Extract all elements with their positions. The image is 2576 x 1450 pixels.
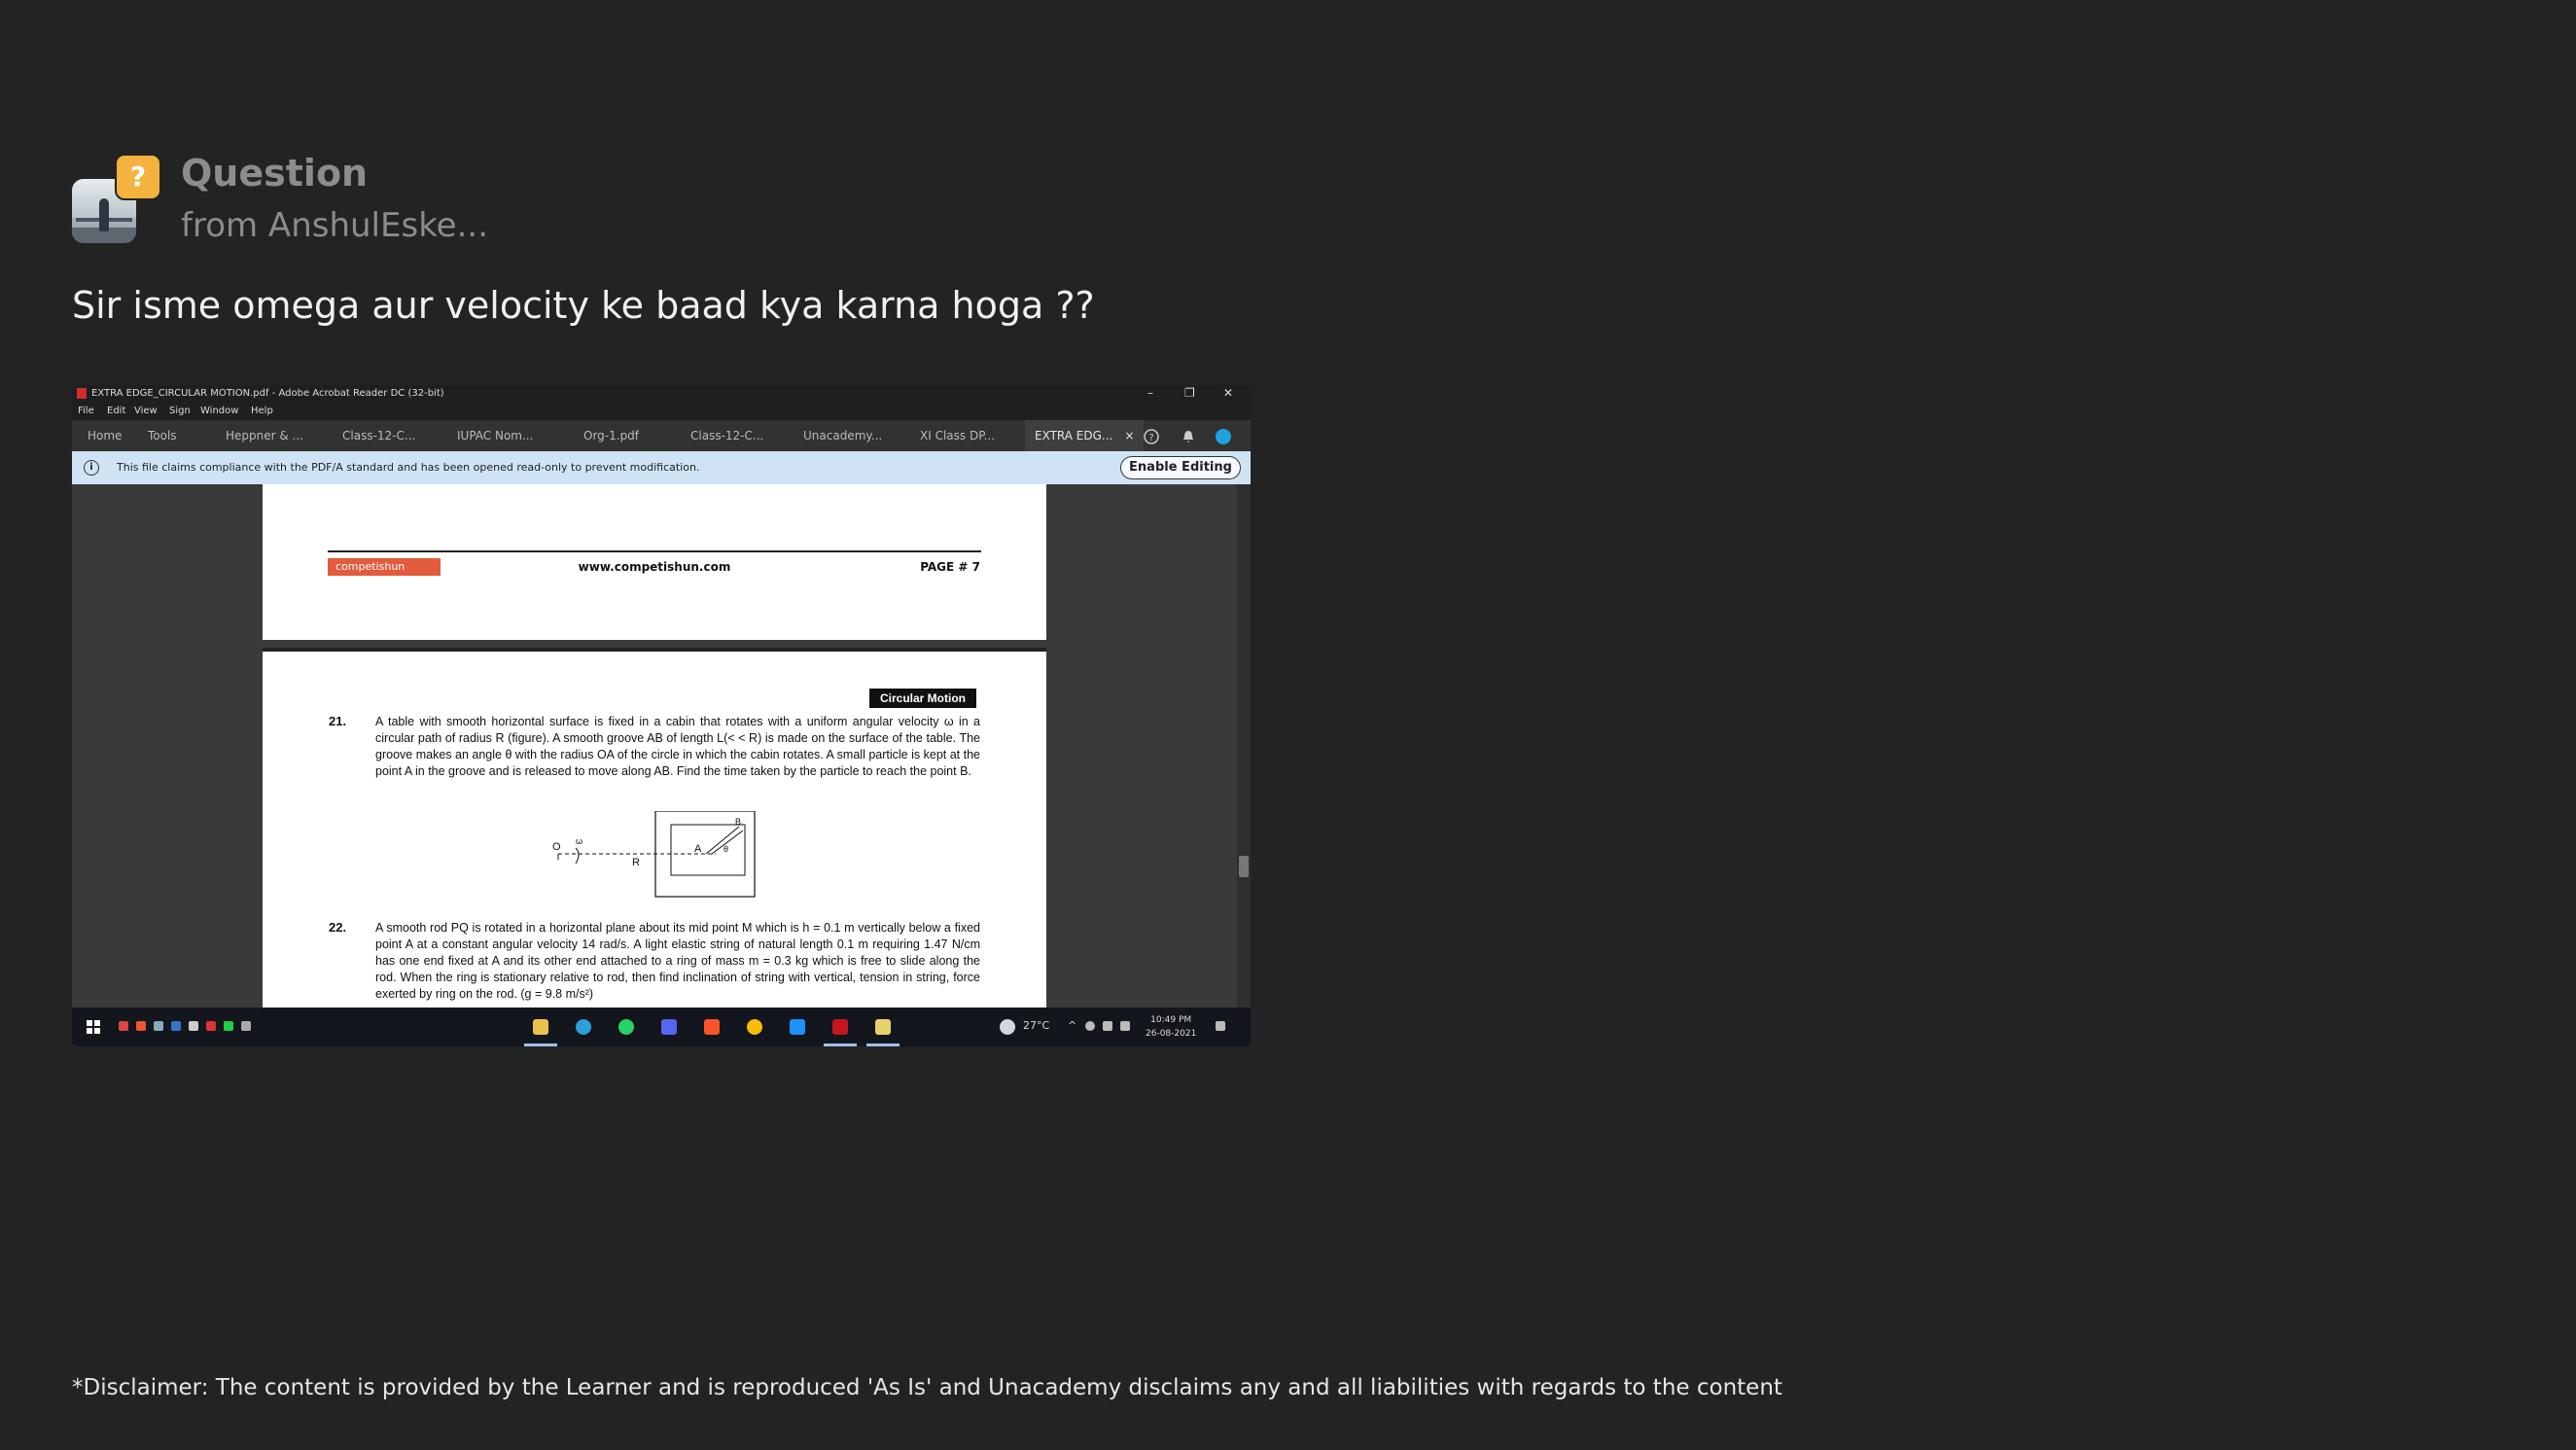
tab-tools[interactable]: Tools bbox=[148, 429, 177, 442]
menu-file[interactable]: File bbox=[78, 406, 94, 416]
tab-close-icon[interactable]: × bbox=[1124, 429, 1134, 442]
acrobat-taskbar-icon[interactable] bbox=[832, 1019, 848, 1035]
taskbar-clock[interactable]: 10:49 PM 26-08-2021 bbox=[1146, 1013, 1196, 1041]
volume-icon[interactable] bbox=[1120, 1021, 1130, 1031]
app-icon-8[interactable] bbox=[241, 1021, 251, 1031]
fig-label-r: R bbox=[632, 857, 640, 868]
menu-bar: File Edit View Sign Window Help bbox=[72, 403, 1251, 420]
fig-label-o: O bbox=[552, 841, 561, 853]
app-icon-3[interactable] bbox=[154, 1021, 163, 1031]
chrome-icon[interactable] bbox=[747, 1019, 762, 1035]
tab-doc-5[interactable]: Class-12-C... bbox=[690, 429, 763, 442]
header-subtitle: from AnshulEske... bbox=[181, 206, 489, 245]
tab-active-doc[interactable]: EXTRA EDG... × bbox=[1025, 420, 1145, 451]
tab-doc-1[interactable]: Heppner & ... bbox=[226, 429, 303, 442]
telegram-icon[interactable] bbox=[576, 1019, 591, 1035]
header-title: Question bbox=[181, 152, 369, 195]
tab-doc-6[interactable]: Unacademy... bbox=[803, 429, 882, 442]
app-icon-5[interactable] bbox=[189, 1021, 198, 1031]
app-icon-4[interactable] bbox=[171, 1021, 181, 1031]
question-header: ? Question from AnshulEske... bbox=[72, 152, 947, 249]
menu-window[interactable]: Window bbox=[200, 406, 238, 416]
explorer-active-indicator bbox=[524, 1043, 557, 1046]
disclaimer-text: *Disclaimer: The content is provided by … bbox=[72, 1375, 1782, 1400]
battery-icon[interactable] bbox=[1103, 1021, 1112, 1031]
fig-label-omega: ω bbox=[576, 836, 582, 846]
menu-view[interactable]: View bbox=[134, 406, 158, 416]
minimize-icon[interactable]: – bbox=[1147, 386, 1153, 400]
windows-taskbar: 27°C ^ 10:49 PM 26-08-2021 bbox=[72, 1008, 1251, 1046]
pdf-page-current: Circular Motion 21. A table with smooth … bbox=[263, 648, 1046, 1008]
avatar-person bbox=[99, 198, 109, 231]
fig-label-theta: θ bbox=[723, 844, 728, 854]
menu-help[interactable]: Help bbox=[251, 406, 273, 416]
tab-doc-7[interactable]: XI Class DP... bbox=[920, 429, 995, 442]
acrobat-active-indicator bbox=[824, 1043, 857, 1046]
menu-edit[interactable]: Edit bbox=[107, 406, 125, 416]
document-scrollbar[interactable] bbox=[1237, 484, 1251, 1008]
gmail-icon[interactable] bbox=[119, 1021, 128, 1031]
scrollbar-thumb[interactable] bbox=[1239, 856, 1249, 877]
menu-sign[interactable]: Sign bbox=[169, 406, 191, 416]
network-icon[interactable] bbox=[1085, 1021, 1095, 1031]
tab-home[interactable]: Home bbox=[88, 429, 122, 442]
clock-time: 10:49 PM bbox=[1150, 1015, 1192, 1025]
notepad-icon[interactable] bbox=[875, 1019, 891, 1035]
tab-doc-2[interactable]: Class-12-C... bbox=[342, 429, 415, 442]
tab-doc-3[interactable]: IUPAC Nom... bbox=[457, 429, 533, 442]
page-number: PAGE # 7 bbox=[920, 560, 980, 574]
section-tag: Circular Motion bbox=[869, 689, 976, 708]
q21-number: 21. bbox=[329, 714, 347, 728]
profile-icon[interactable] bbox=[1216, 429, 1231, 444]
help-icon[interactable]: ? bbox=[1144, 429, 1159, 444]
pdfa-info-bar: i This file claims compliance with the P… bbox=[72, 451, 1251, 484]
bell-icon[interactable] bbox=[1181, 429, 1196, 444]
clock-date: 26-08-2021 bbox=[1146, 1029, 1197, 1039]
fig-label-b: B bbox=[735, 817, 741, 827]
tab-doc-4[interactable]: Org-1.pdf bbox=[583, 429, 639, 442]
store-icon[interactable] bbox=[790, 1019, 805, 1035]
groove-figure: O ω R A B θ bbox=[552, 811, 756, 898]
q22-text: A smooth rod PQ is rotated in a horizont… bbox=[375, 921, 980, 1001]
question-badge-icon: ? bbox=[115, 154, 161, 200]
weather-icon[interactable] bbox=[1000, 1019, 1015, 1035]
window-titlebar: EXTRA EDGE_CIRCULAR MOTION.pdf - Adobe A… bbox=[72, 385, 1251, 403]
discord-icon[interactable] bbox=[661, 1019, 677, 1035]
fig-label-a: A bbox=[694, 843, 702, 855]
tray-chevron-icon[interactable]: ^ bbox=[1068, 1019, 1076, 1032]
document-view[interactable]: competishun www.competishun.com PAGE # 7… bbox=[72, 484, 1251, 1008]
file-explorer-icon[interactable] bbox=[533, 1019, 548, 1035]
app-icon-2[interactable] bbox=[136, 1021, 146, 1031]
question-text: Sir isme omega aur velocity ke baad kya … bbox=[72, 284, 1095, 327]
enable-editing-button[interactable]: Enable Editing bbox=[1120, 456, 1241, 479]
acrobat-icon bbox=[77, 388, 87, 399]
notepad-active-indicator bbox=[866, 1043, 900, 1046]
window-title: EXTRA EDGE_CIRCULAR MOTION.pdf - Adobe A… bbox=[91, 388, 444, 399]
pdf-page-previous: competishun www.competishun.com PAGE # 7 bbox=[263, 484, 1046, 640]
page-top-rule bbox=[263, 648, 1046, 652]
spotify-icon[interactable] bbox=[224, 1021, 233, 1031]
q21-text: A table with smooth horizontal surface i… bbox=[375, 715, 980, 778]
page-header-rule bbox=[328, 550, 981, 552]
tab-bar: Home Tools Heppner & ... Class-12-C... I… bbox=[72, 420, 1251, 451]
whatsapp-icon[interactable] bbox=[618, 1019, 634, 1035]
restore-icon[interactable]: ❐ bbox=[1184, 386, 1195, 400]
attached-screenshot[interactable]: EXTRA EDGE_CIRCULAR MOTION.pdf - Adobe A… bbox=[72, 385, 1251, 1046]
q22-number: 22. bbox=[329, 920, 347, 935]
close-icon[interactable]: ✕ bbox=[1223, 386, 1233, 400]
svg-text:?: ? bbox=[1148, 433, 1153, 443]
info-message: This file claims compliance with the PDF… bbox=[117, 461, 700, 474]
brave-icon[interactable] bbox=[704, 1019, 720, 1035]
notification-icon[interactable] bbox=[1216, 1021, 1225, 1031]
weather-temp[interactable]: 27°C bbox=[1023, 1019, 1049, 1032]
app-icon-6[interactable] bbox=[206, 1021, 216, 1031]
windows-start-icon[interactable] bbox=[86, 1019, 101, 1035]
info-icon: i bbox=[84, 460, 99, 476]
tab-active-label: EXTRA EDG... bbox=[1035, 429, 1113, 442]
